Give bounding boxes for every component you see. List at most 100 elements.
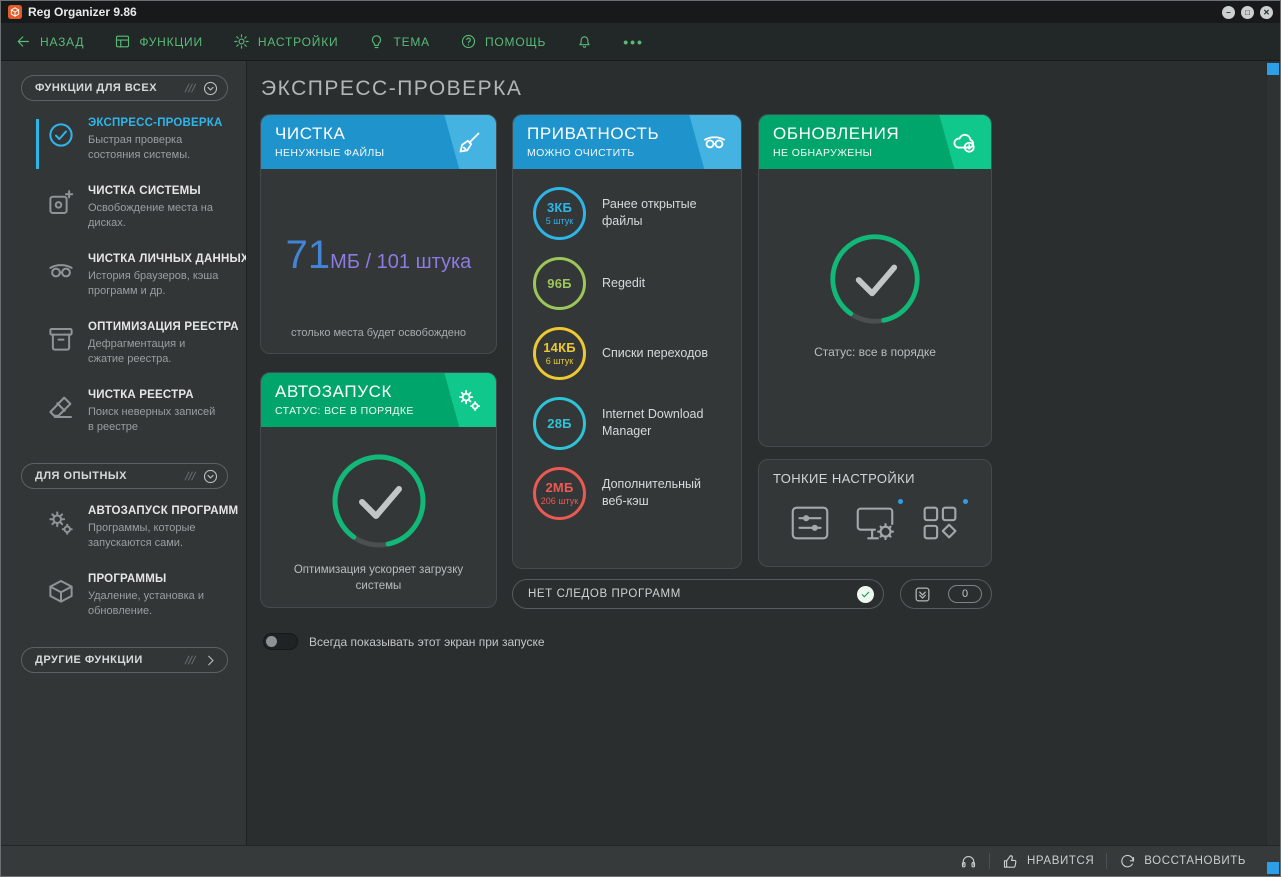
settings-button[interactable]: НАСТРОЙКИ (233, 33, 339, 50)
maximize-button[interactable]: □ (1241, 6, 1254, 19)
more-dots-icon: ••• (623, 34, 644, 50)
startup-toggle-row: Всегда показывать этот экран при запуске (263, 633, 545, 650)
blue-corner-square[interactable] (1267, 862, 1279, 874)
sidebar-item-system-cleanup[interactable]: ЧИСТКА СИСТЕМЫ Освобождение места на дис… (1, 179, 246, 247)
gears-icon (456, 387, 483, 414)
card-cleanup[interactable]: ЧИСТКА НЕНУЖНЫЕ ФАЙЛЫ 71МБ / 101 штука с… (260, 114, 497, 354)
sidebar-item-express-check[interactable]: ЭКСПРЕСС-ПРОВЕРКА Быстрая проверка состо… (1, 111, 246, 179)
cloud-download-icon (951, 129, 978, 156)
sidebar-item-registry-cleanup[interactable]: ЧИСТКА РЕЕСТРА Поиск неверных записей в … (1, 383, 246, 451)
check-circle-icon (46, 120, 76, 150)
restore-icon (1119, 853, 1136, 870)
audio-button[interactable] (948, 853, 989, 870)
updates-status-text: Статус: все в порядке (759, 345, 991, 359)
more-menu-button[interactable]: ••• (623, 34, 644, 50)
blue-corner-square[interactable] (1267, 63, 1279, 75)
gear-icon (233, 33, 250, 50)
cleanup-size-value: 71МБ / 101 штука (261, 233, 496, 278)
chevron-down-icon (202, 80, 219, 97)
package-box-icon (46, 576, 76, 606)
theme-bulb-icon (368, 33, 385, 50)
card-updates[interactable]: ОБНОВЛЕНИЯ НЕ ОБНАРУЖЕНЫ Статус: все в п… (758, 114, 992, 447)
privacy-size-circle: 2МБ 206 штук (533, 467, 586, 520)
functions-icon (114, 33, 131, 50)
privacy-size-circle: 96Б (533, 257, 586, 310)
theme-button[interactable]: ТЕМА (368, 33, 430, 50)
disk-cleanup-icon (46, 188, 76, 218)
fine-settings-title: ТОНКИЕ НАСТРОЙКИ (773, 471, 915, 486)
help-button[interactable]: ПОМОЩЬ (460, 33, 546, 50)
privacy-item: 14КБ 6 штук Списки переходов (533, 318, 741, 388)
sidebar-section-other-functions[interactable]: ДРУГИЕ ФУНКЦИИ (21, 647, 228, 673)
card-cleanup-header: ЧИСТКА НЕНУЖНЫЕ ФАЙЛЫ (261, 115, 496, 169)
privacy-size-circle: 28Б (533, 397, 586, 450)
tiles-icon[interactable] (917, 500, 963, 546)
toggle-knob (266, 636, 277, 647)
privacy-size-circle: 14КБ 6 штук (533, 327, 586, 380)
restore-button[interactable]: ВОССТАНОВИТЬ (1107, 853, 1258, 870)
privacy-items-list: 3КБ 5 штук Ранее открытые файлы 96Б Rege… (513, 169, 741, 528)
stripes-decoration (178, 652, 200, 668)
autostart-footer-text: Оптимизация ускоряет загрузку системы (261, 562, 496, 595)
like-button[interactable]: НРАВИТСЯ (990, 853, 1106, 870)
notification-dot (963, 499, 968, 504)
status-bar: НРАВИТСЯ ВОССТАНОВИТЬ (1, 845, 1280, 876)
spy-mask-icon (46, 256, 76, 286)
count-badge: 0 (948, 585, 982, 603)
sidebar-section-for-experts[interactable]: ДЛЯ ОПЫТНЫХ (21, 463, 228, 489)
sidebar-item-registry-optimization[interactable]: ОПТИМИЗАЦИЯ РЕЕСТРА Дефрагментация и сжа… (1, 315, 246, 383)
archive-box-icon (46, 324, 76, 354)
functions-button[interactable]: ФУНКЦИИ (114, 33, 203, 50)
page-title: ЭКСПРЕСС-ПРОВЕРКА (261, 77, 522, 101)
privacy-item: 3КБ 5 штук Ранее открытые файлы (533, 178, 741, 248)
stripes-decoration (178, 80, 200, 96)
toolbar: НАЗАД ФУНКЦИИ НАСТРОЙКИ ТЕМА ПОМОЩЬ ••• (1, 23, 1280, 61)
sidebar-item-startup-programs[interactable]: АВТОЗАПУСК ПРОГРАММ Программы, которые з… (1, 499, 246, 567)
spy-mask-icon (701, 129, 728, 156)
back-arrow-icon (15, 33, 32, 50)
sliders-icon[interactable] (787, 500, 833, 546)
sidebar-section-functions-for-all[interactable]: ФУНКЦИИ ДЛЯ ВСЕХ (21, 75, 228, 101)
notifications-button[interactable] (576, 33, 593, 50)
stripes-decoration (178, 468, 200, 484)
chip-icon (913, 585, 932, 604)
cleanup-footer-text: столько места будет освобождено (261, 326, 496, 342)
card-autostart[interactable]: АВТОЗАПУСК СТАТУС: ВСЕ В ПОРЯДКЕ Оптимиз… (260, 372, 497, 608)
gears-icon (46, 508, 76, 538)
toggle-label: Всегда показывать этот экран при запуске (309, 635, 545, 649)
thumb-up-icon (1002, 853, 1019, 870)
close-button[interactable]: ✕ (1260, 6, 1273, 19)
window-title: Reg Organizer 9.86 (28, 5, 137, 19)
ok-check-icon (857, 586, 874, 603)
card-fine-settings[interactable]: ТОНКИЕ НАСТРОЙКИ (758, 459, 992, 567)
back-button[interactable]: НАЗАД (15, 33, 84, 50)
headset-icon (960, 853, 977, 870)
chevron-down-icon (202, 468, 219, 485)
sidebar-item-private-data-cleanup[interactable]: ЧИСТКА ЛИЧНЫХ ДАННЫХ История браузеров, … (1, 247, 246, 315)
main-content: ЭКСПРЕСС-ПРОВЕРКА ЧИСТКА НЕНУЖНЫЕ ФАЙЛЫ … (247, 61, 1280, 845)
ring-check-icon (329, 451, 429, 551)
card-autostart-header: АВТОЗАПУСК СТАТУС: ВСЕ В ПОРЯДКЕ (261, 373, 496, 427)
minimize-button[interactable]: – (1222, 6, 1235, 19)
card-privacy[interactable]: ПРИВАТНОСТЬ МОЖНО ОЧИСТИТЬ 3КБ 5 штук Ра… (512, 114, 742, 569)
bell-icon (576, 33, 593, 50)
monitor-gear-icon[interactable] (852, 500, 898, 546)
scrollbar-track[interactable] (1266, 61, 1280, 845)
sidebar-item-programs[interactable]: ПРОГРАММЫ Удаление, установка и обновлен… (1, 567, 246, 635)
app-logo-icon (8, 5, 22, 19)
chevron-right-icon (202, 652, 219, 669)
privacy-item: 96Б Regedit (533, 248, 741, 318)
notification-dot (898, 499, 903, 504)
toggle-switch[interactable] (263, 633, 298, 650)
ring-check-icon (827, 231, 923, 327)
privacy-size-circle: 3КБ 5 штук (533, 187, 586, 240)
card-privacy-header: ПРИВАТНОСТЬ МОЖНО ОЧИСТИТЬ (513, 115, 741, 169)
help-icon (460, 33, 477, 50)
broom-icon (456, 129, 483, 156)
program-traces-pill[interactable]: НЕТ СЛЕДОВ ПРОГРАММ (512, 579, 884, 609)
privacy-item: 28Б Internet Download Manager (533, 388, 741, 458)
sidebar: ФУНКЦИИ ДЛЯ ВСЕХ ЭКСПРЕСС-ПРОВЕРКА Быстр… (1, 61, 246, 845)
deep-scan-pill[interactable]: 0 (900, 579, 992, 609)
eraser-icon (46, 392, 76, 422)
app-window: Reg Organizer 9.86 – □ ✕ НАЗАД ФУНКЦИИ Н… (0, 0, 1281, 877)
